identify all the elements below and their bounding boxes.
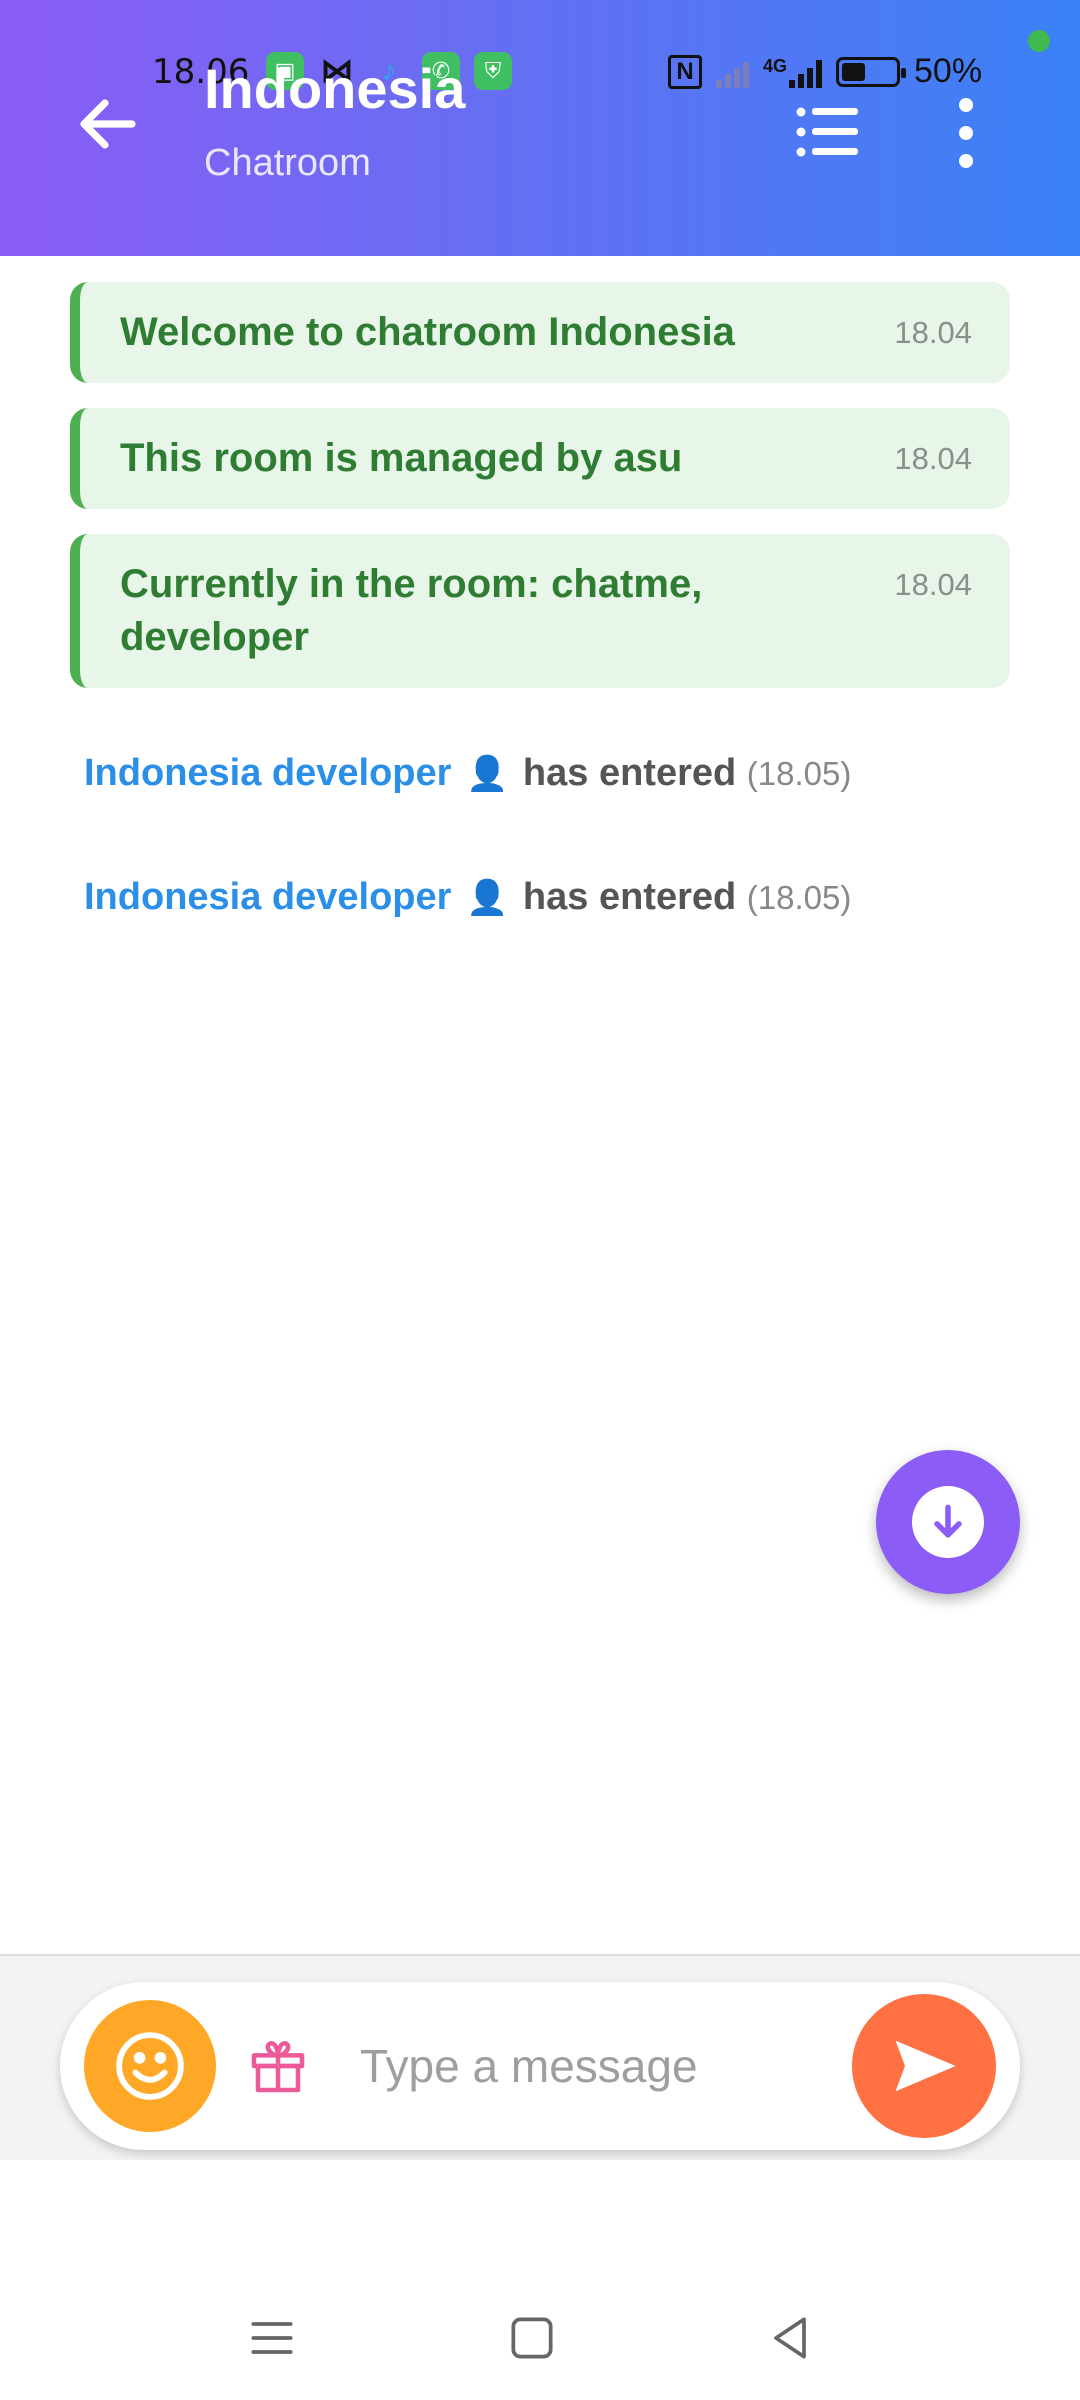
back-button[interactable] (72, 88, 144, 160)
system-message-text: Currently in the room: chatme, developer (120, 562, 703, 659)
emoji-button[interactable] (84, 2000, 216, 2132)
message-time: 18.04 (894, 315, 972, 350)
system-indicators: N 4G 50% (668, 52, 982, 91)
page-subtitle: Chatroom (204, 142, 371, 184)
shield-icon: ⛨ (474, 52, 512, 90)
smile-icon (116, 2032, 184, 2100)
signal-icon (716, 56, 749, 88)
person-icon: 👤 (466, 755, 509, 793)
event-username[interactable]: Indonesia developer (84, 876, 451, 918)
system-message: Welcome to chatroom Indonesia 18.04 (70, 282, 1010, 383)
privacy-indicator-dot (1028, 30, 1050, 52)
battery-fill (842, 62, 866, 81)
composer-area (0, 1954, 1080, 2160)
menu-icon (251, 2322, 293, 2354)
system-message-text: Welcome to chatroom Indonesia (120, 310, 735, 354)
signal-4g-icon: 4G (763, 56, 823, 88)
scroll-to-bottom-button[interactable] (876, 1450, 1020, 1594)
arrow-left-icon (80, 99, 136, 149)
nav-home-button[interactable] (504, 2310, 560, 2366)
nav-recents-button[interactable] (244, 2310, 300, 2366)
arrow-down-circle-icon (912, 1486, 984, 1558)
system-message-text: This room is managed by asu (120, 436, 683, 480)
event-username[interactable]: Indonesia developer (84, 752, 451, 794)
message-input[interactable] (360, 2022, 840, 2110)
system-message: Currently in the room: chatme, developer… (70, 534, 1010, 688)
page-title: Indonesia (204, 57, 466, 120)
triangle-back-icon (774, 2317, 806, 2359)
nav-back-button[interactable] (762, 2310, 818, 2366)
status-bar: 18.06 ▣ ⋈ ♪ ✆ ⛨ N 4G 50% (0, 40, 1080, 106)
event-action: has entered (522, 876, 737, 918)
nfc-icon: N (668, 54, 702, 89)
more-options-button[interactable] (944, 98, 988, 168)
battery-percentage: 50% (914, 52, 983, 90)
participants-list-button[interactable] (796, 106, 860, 158)
list-icon (796, 107, 858, 157)
send-icon (895, 2040, 956, 2092)
battery-icon (836, 56, 907, 87)
event-time: (18.05) (746, 755, 852, 792)
join-event: Indonesia developer 👤 has entered (18.05… (84, 752, 851, 795)
send-button[interactable] (852, 1994, 996, 2138)
event-action: has entered (522, 752, 737, 794)
gift-icon (251, 2041, 305, 2093)
square-icon (511, 2317, 553, 2359)
more-vertical-icon (959, 98, 973, 112)
gift-button[interactable] (246, 2034, 310, 2098)
event-time: (18.05) (746, 879, 852, 916)
message-time: 18.04 (894, 567, 972, 602)
person-icon: 👤 (466, 879, 509, 917)
join-event: Indonesia developer 👤 has entered (18.05… (84, 876, 851, 919)
composer (60, 1982, 1020, 2150)
message-time: 18.04 (894, 441, 972, 476)
chat-header: 18.06 ▣ ⋈ ♪ ✆ ⛨ N 4G 50% Indonesia Chatr… (0, 0, 1080, 256)
system-message: This room is managed by asu 18.04 (70, 408, 1010, 509)
